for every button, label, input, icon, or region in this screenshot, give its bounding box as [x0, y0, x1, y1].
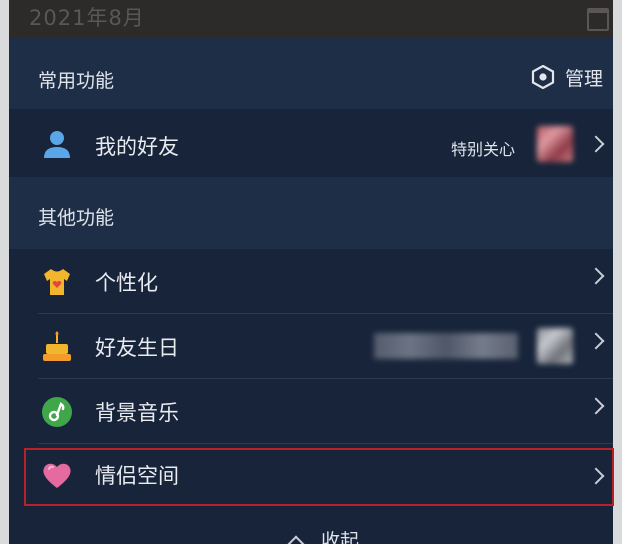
menu-item-label: 个性化 [95, 271, 158, 295]
collapse-label: 收起 [321, 530, 360, 544]
special-care-label: 特别关心 [450, 140, 515, 159]
month-label: 2021年8月 [29, 6, 145, 30]
menu-item-friend-birthday[interactable]: 好友生日 [9, 314, 613, 378]
chevron-right-icon [587, 397, 605, 415]
menu-item-personalize[interactable]: 个性化 [9, 249, 613, 313]
menu-item-background-music[interactable]: 背景音乐 [9, 379, 613, 443]
chevron-right-icon [587, 332, 605, 350]
chevron-right-icon [587, 267, 605, 285]
avatar [537, 328, 573, 364]
other-section-title: 其他功能 [38, 207, 115, 229]
chevron-up-icon [287, 535, 305, 544]
shirt-icon [41, 266, 73, 298]
person-icon [41, 128, 73, 160]
manage-label: 管理 [564, 67, 603, 90]
manage-button[interactable]: 管理 [531, 64, 603, 90]
highlight-frame [24, 448, 614, 506]
chevron-right-icon [587, 135, 605, 153]
collapse-button[interactable]: 收起 [9, 508, 613, 544]
birthday-info [374, 333, 518, 359]
music-note-icon [41, 396, 73, 428]
menu-item-label: 我的好友 [95, 135, 179, 159]
calendar-icon[interactable] [587, 8, 609, 31]
month-header: 2021年8月 [9, 0, 613, 38]
menu-item-label: 背景音乐 [95, 401, 179, 425]
avatar [537, 126, 573, 162]
cake-icon [41, 331, 73, 363]
common-section-header: 常用功能 管理 [9, 38, 613, 109]
other-section-header: 其他功能 [9, 177, 613, 249]
hexagon-gear-icon [531, 65, 555, 89]
common-section-title: 常用功能 [38, 70, 115, 92]
menu-item-my-friends[interactable]: 我的好友 特别关心 [9, 109, 613, 177]
menu-item-label: 好友生日 [95, 336, 179, 360]
